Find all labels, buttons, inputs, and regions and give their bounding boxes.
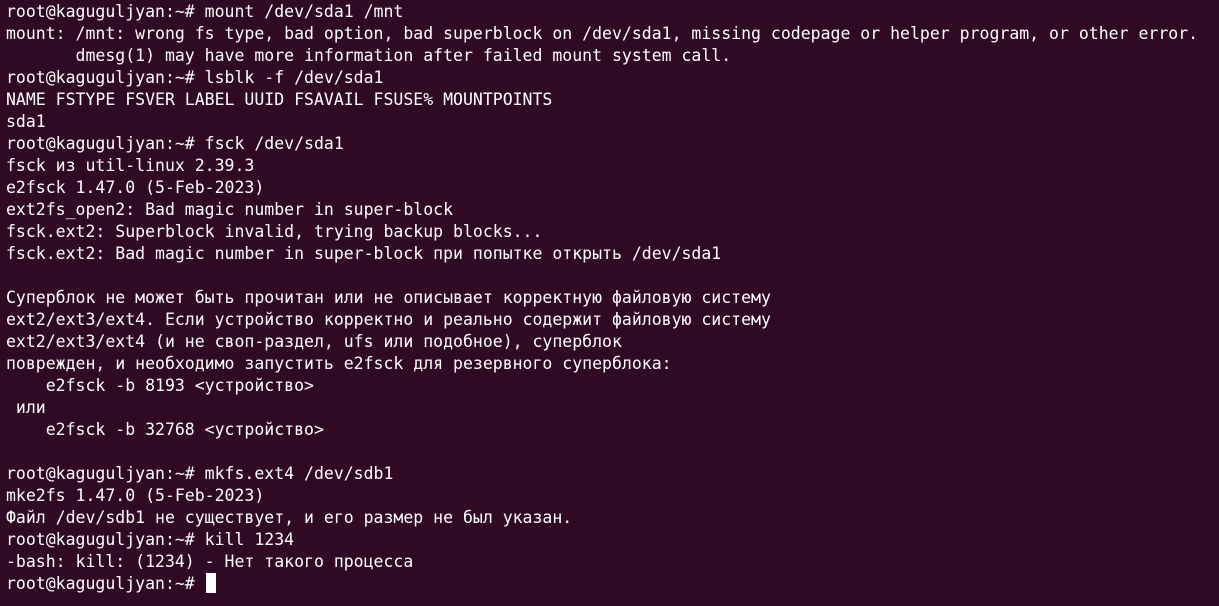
terminal-line: mke2fs 1.47.0 (5-Feb-2023) (6, 486, 265, 505)
terminal-line: или (6, 398, 46, 417)
terminal-line: NAME FSTYPE FSVER LABEL UUID FSAVAIL FSU… (6, 90, 553, 109)
terminal-line: ext2fs_open2: Bad magic number in super-… (6, 200, 454, 219)
command-prompt-line[interactable]: root@kaguguljyan:~# (6, 573, 1219, 595)
terminal-line: fsck.ext2: Superblock invalid, trying ba… (6, 222, 543, 241)
text-cursor (205, 573, 216, 593)
terminal-line: e2fsck -b 32768 <устройство> (6, 420, 324, 439)
terminal-line: root@kaguguljyan:~# mount /dev/sda1 /mnt (6, 2, 404, 21)
terminal-line: -bash: kill: (1234) - Нет такого процесс… (6, 552, 414, 571)
terminal-line: dmesg(1) may have more information after… (6, 46, 732, 65)
terminal-line: поврежден, и необходимо запустить e2fsck… (6, 354, 672, 373)
terminal-window[interactable]: root@kaguguljyan:~# mount /dev/sda1 /mnt… (0, 0, 1219, 606)
shell-prompt: root@kaguguljyan:~# (6, 574, 205, 593)
terminal-line: e2fsck -b 8193 <устройство> (6, 376, 314, 395)
terminal-line: Файл /dev/sdb1 не существует, и его разм… (6, 508, 573, 527)
terminal-line: ext2/ext3/ext4 (и не своп-раздел, ufs ил… (6, 332, 622, 351)
terminal-line: root@kaguguljyan:~# mkfs.ext4 /dev/sdb1 (6, 464, 394, 483)
terminal-line: fsck.ext2: Bad magic number in super-blo… (6, 244, 722, 263)
terminal-line: ext2/ext3/ext4. Если устройство корректн… (6, 310, 771, 329)
terminal-line: root@kaguguljyan:~# lsblk -f /dev/sda1 (6, 68, 384, 87)
terminal-line: Суперблок не может быть прочитан или не … (6, 288, 771, 307)
terminal-line: root@kaguguljyan:~# kill 1234 (6, 530, 295, 549)
terminal-line: e2fsck 1.47.0 (5-Feb-2023) (6, 178, 265, 197)
terminal-line: mount: /mnt: wrong fs type, bad option, … (6, 24, 1199, 43)
terminal-line: fsck из util-linux 2.39.3 (6, 156, 255, 175)
terminal-line: sda1 (6, 112, 46, 131)
terminal-line: root@kaguguljyan:~# fsck /dev/sda1 (6, 134, 344, 153)
